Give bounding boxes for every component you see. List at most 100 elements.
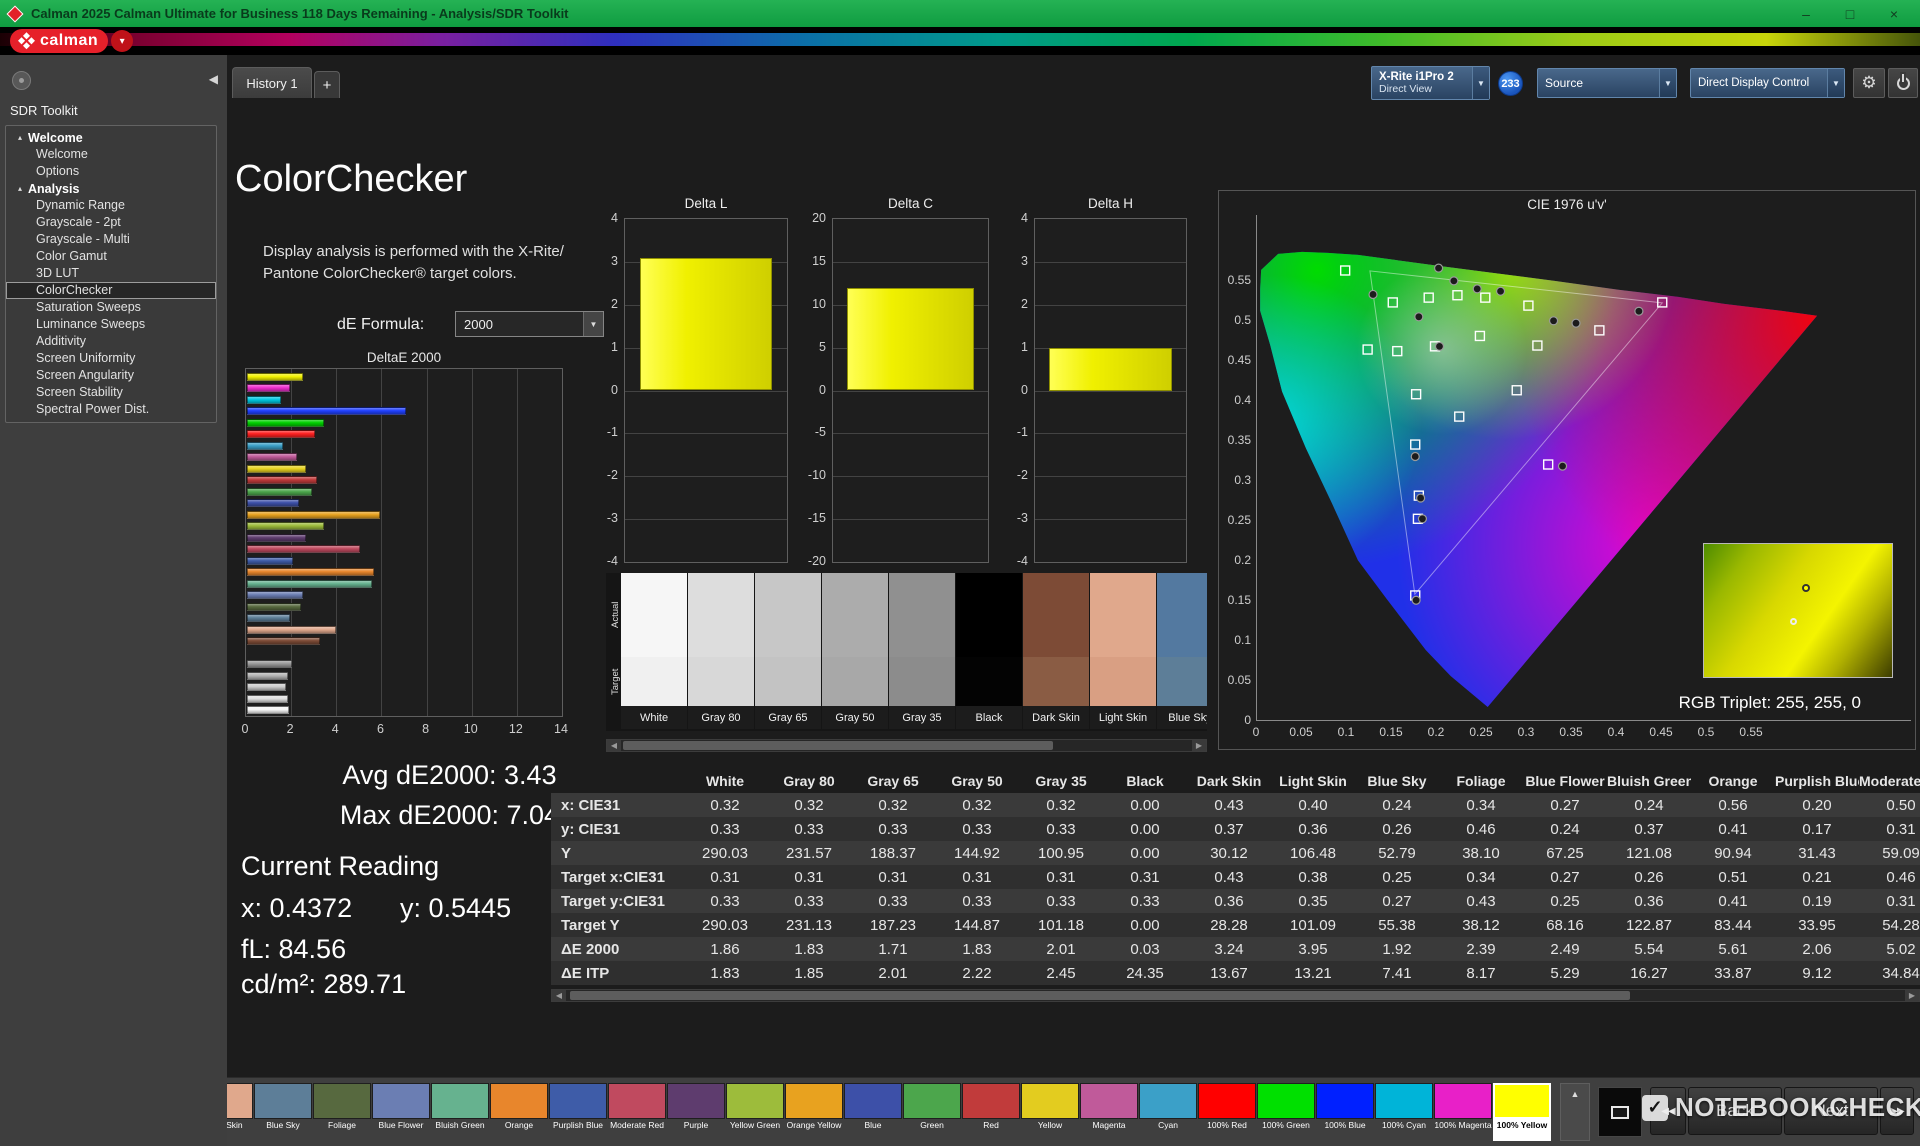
cell: 0.33 xyxy=(1019,893,1103,910)
cell: 2.49 xyxy=(1523,941,1607,958)
maximize-button[interactable]: □ xyxy=(1828,0,1872,27)
patch-100-magenta[interactable]: 100% Magenta xyxy=(1434,1083,1492,1141)
scroll-left-icon[interactable]: ◀ xyxy=(607,740,621,751)
deltae-chart-title: DeltaE 2000 xyxy=(245,350,563,365)
patch-foliage[interactable]: Foliage xyxy=(313,1083,371,1141)
skip-forward-button[interactable]: ▶▶ xyxy=(1880,1087,1914,1135)
sidebar-item-colorchecker[interactable]: ColorChecker xyxy=(6,282,216,299)
patch-yellow-green[interactable]: Yellow Green xyxy=(726,1083,784,1141)
scroll-right-icon[interactable]: ▶ xyxy=(1905,990,1919,1001)
next-button[interactable]: Next xyxy=(1784,1087,1878,1135)
patch-blue-flower[interactable]: Blue Flower xyxy=(372,1083,430,1141)
cell: 59.09 xyxy=(1859,845,1920,862)
patch-100-blue[interactable]: 100% Blue xyxy=(1316,1083,1374,1141)
cell: 106.48 xyxy=(1271,845,1355,862)
patch-purplish-blue[interactable]: Purplish Blue xyxy=(549,1083,607,1141)
swatch-strip-scrollbar[interactable]: ◀ ▶ xyxy=(606,739,1207,752)
de-formula-select[interactable]: 2000 ▼ xyxy=(455,311,604,337)
axis-tick-label: 10 xyxy=(459,722,483,736)
cell: 55.38 xyxy=(1355,917,1439,934)
scrollbar-thumb[interactable] xyxy=(623,741,1053,750)
gridline xyxy=(625,433,787,434)
sidebar-item-additivity[interactable]: Additivity xyxy=(6,333,216,350)
patch-100-green[interactable]: 100% Green xyxy=(1257,1083,1315,1141)
row-label: ΔE 2000 xyxy=(551,941,683,958)
sidebar-item-screen-angularity[interactable]: Screen Angularity xyxy=(6,367,216,384)
display-control-select[interactable]: Direct Display Control ▼ xyxy=(1690,68,1845,98)
calman-logo[interactable]: calman ▾ xyxy=(10,29,133,53)
patch-purple[interactable]: Purple xyxy=(667,1083,725,1141)
meter-select-value: X-Rite i1Pro 2 Direct View xyxy=(1372,67,1472,99)
sidebar-item-spectral-power-dist[interactable]: Spectral Power Dist. xyxy=(6,401,216,418)
tab-history-1[interactable]: History 1 xyxy=(232,67,312,98)
sidebar-item-options[interactable]: Options xyxy=(6,163,216,180)
tree-group-welcome[interactable]: ▴Welcome xyxy=(6,129,216,146)
patch-cyan[interactable]: Cyan xyxy=(1139,1083,1197,1141)
cell: 0.33 xyxy=(851,893,935,910)
back-button[interactable]: Back xyxy=(1688,1087,1782,1135)
expand-patch-list-button[interactable]: ▲ xyxy=(1560,1083,1590,1141)
sidebar-menu-button[interactable] xyxy=(12,71,31,90)
deltae-bar-foliage xyxy=(247,603,301,611)
collapse-sidebar-icon[interactable]: ◀ xyxy=(209,72,218,86)
axis-tick-label: 0.15 xyxy=(1376,725,1406,739)
sidebar-item-dynamic-range[interactable]: Dynamic Range xyxy=(6,197,216,214)
cell: 290.03 xyxy=(683,845,767,862)
table-scrollbar[interactable]: ◀ ▶ xyxy=(551,989,1920,1002)
cell: 0.24 xyxy=(1607,797,1691,814)
settings-button[interactable]: ⚙ xyxy=(1853,68,1885,98)
cell: 38.10 xyxy=(1439,845,1523,862)
delta-h-plot xyxy=(1034,218,1187,563)
patch-red[interactable]: Red xyxy=(962,1083,1020,1141)
minimize-button[interactable]: – xyxy=(1784,0,1828,27)
axis-tick-label: 0.05 xyxy=(1221,673,1251,687)
patch-bluish-green[interactable]: Bluish Green xyxy=(431,1083,489,1141)
deltae-bar-100-cyan xyxy=(247,396,281,404)
sidebar-item-luminance-sweeps[interactable]: Luminance Sweeps xyxy=(6,316,216,333)
cell: 0.27 xyxy=(1523,869,1607,886)
patch-100-red[interactable]: 100% Red xyxy=(1198,1083,1256,1141)
cell: 90.94 xyxy=(1691,845,1775,862)
sidebar-item-screen-stability[interactable]: Screen Stability xyxy=(6,384,216,401)
scroll-right-icon[interactable]: ▶ xyxy=(1192,740,1206,751)
patch-label: Cyan xyxy=(1139,1119,1197,1141)
skip-back-button[interactable]: ◀◀ xyxy=(1650,1087,1686,1135)
meter-select[interactable]: X-Rite i1Pro 2 Direct View ▼ xyxy=(1371,66,1490,100)
patch-green[interactable]: Green xyxy=(903,1083,961,1141)
scroll-left-icon[interactable]: ◀ xyxy=(552,990,566,1001)
patch-yellow[interactable]: Yellow xyxy=(1021,1083,1079,1141)
patch-selection-bar: Light SkinBlue SkyFoliageBlue FlowerBlui… xyxy=(227,1077,1920,1146)
patch-light-skin[interactable]: Light Skin xyxy=(227,1083,253,1141)
patch-moderate-red[interactable]: Moderate Red xyxy=(608,1083,666,1141)
patch-blue[interactable]: Blue xyxy=(844,1083,902,1141)
sidebar-item-color-gamut[interactable]: Color Gamut xyxy=(6,248,216,265)
sidebar-item-screen-uniformity[interactable]: Screen Uniformity xyxy=(6,350,216,367)
session-power-button[interactable] xyxy=(1888,68,1918,98)
deltae-bar-purplish-blue xyxy=(247,557,293,565)
sidebar-item-3d-lut[interactable]: 3D LUT xyxy=(6,265,216,282)
source-select[interactable]: Source ▼ xyxy=(1537,68,1677,98)
patch-orange[interactable]: Orange xyxy=(490,1083,548,1141)
patch-100-cyan[interactable]: 100% Cyan xyxy=(1375,1083,1433,1141)
sidebar-item-welcome[interactable]: Welcome xyxy=(6,146,216,163)
sidebar-item-grayscale-multi[interactable]: Grayscale - Multi xyxy=(6,231,216,248)
gridline xyxy=(833,433,988,434)
tree-group-analysis[interactable]: ▴Analysis xyxy=(6,180,216,197)
patch-100-yellow[interactable]: 100% Yellow xyxy=(1493,1083,1551,1141)
cell: 0.21 xyxy=(1775,869,1859,886)
scrollbar-thumb[interactable] xyxy=(570,991,1630,1000)
measured-marker xyxy=(1473,285,1481,293)
swatch-target xyxy=(956,657,1022,706)
close-button[interactable]: × xyxy=(1872,0,1916,27)
add-tab-button[interactable]: + xyxy=(314,71,340,98)
axis-tick-label: 0.45 xyxy=(1646,725,1676,739)
patch-orange-yellow[interactable]: Orange Yellow xyxy=(785,1083,843,1141)
patch-color xyxy=(608,1083,666,1119)
sidebar-item-saturation-sweeps[interactable]: Saturation Sweeps xyxy=(6,299,216,316)
logo-menu-button[interactable]: ▾ xyxy=(111,30,133,52)
patch-blue-sky[interactable]: Blue Sky xyxy=(254,1083,312,1141)
patch-magenta[interactable]: Magenta xyxy=(1080,1083,1138,1141)
sidebar-item-grayscale-2pt[interactable]: Grayscale - 2pt xyxy=(6,214,216,231)
pattern-window-button[interactable] xyxy=(1598,1087,1642,1137)
axis-tick-label: 0.25 xyxy=(1221,513,1251,527)
